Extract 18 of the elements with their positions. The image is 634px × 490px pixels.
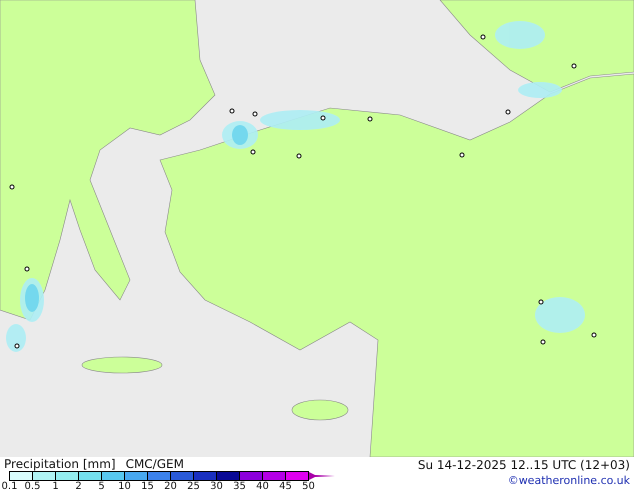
model-name: CMC/GEM	[126, 457, 184, 471]
scale-label: 35	[232, 481, 247, 490]
scale-label: 50	[301, 481, 316, 490]
scale-label: 5	[97, 481, 106, 490]
scale-label: 40	[255, 481, 270, 490]
credit-text: ©weatheronline.co.uk	[508, 473, 630, 489]
scale-label: 2	[74, 481, 83, 490]
scale-label: 0.5	[24, 481, 42, 490]
scale-label: 45	[278, 481, 293, 490]
scale-label: 20	[163, 481, 178, 490]
scale-label: 10	[117, 481, 132, 490]
scale-label: 15	[140, 481, 155, 490]
scale-label: 30	[209, 481, 224, 490]
scale-label: 0.1	[0, 481, 18, 490]
legend-title: Precipitation [mm]	[4, 457, 116, 471]
valid-time: Su 14-12-2025 12..15 UTC (12+03)	[418, 457, 630, 473]
scale-label: 1	[51, 481, 60, 490]
scale-label: 25	[186, 481, 201, 490]
